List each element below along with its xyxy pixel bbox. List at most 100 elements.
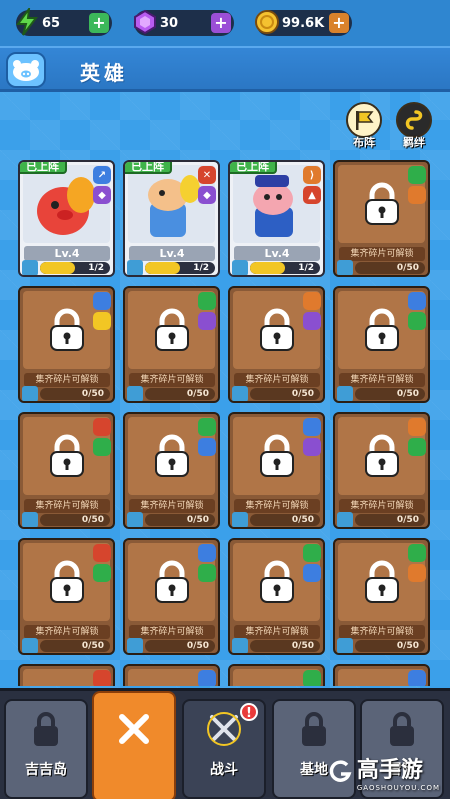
hero-card-locked[interactable]: 集齐碎片可解锁0/50 bbox=[228, 412, 325, 529]
hero-badges bbox=[198, 670, 216, 686]
add-energy-button[interactable]: + bbox=[89, 13, 109, 33]
class-icon: ✕ bbox=[198, 166, 216, 184]
hero-card-locked[interactable]: 集齐碎片可解锁0/50 bbox=[123, 538, 220, 655]
shard-progress: 0/50 bbox=[145, 640, 215, 652]
hero-badges: ↗ ◆ bbox=[93, 166, 111, 206]
puzzle-piece-icon bbox=[127, 386, 143, 401]
class-icon bbox=[93, 418, 111, 436]
hero-badges bbox=[93, 418, 111, 458]
hero-level: Lv.4 bbox=[129, 246, 215, 261]
formation-button[interactable]: 布阵 bbox=[342, 102, 386, 150]
nav-battle[interactable]: 战斗 ! bbox=[182, 699, 266, 799]
unlock-hint: 集齐碎片可解锁 bbox=[234, 625, 320, 639]
class-icon bbox=[93, 670, 111, 686]
lock-icon bbox=[365, 308, 399, 351]
nav-island-label: 吉吉岛 bbox=[25, 762, 67, 778]
puzzle-piece-icon bbox=[337, 260, 353, 275]
deployed-tag: 已上阵 bbox=[230, 162, 277, 174]
watermark-sub: GAOSHOUYOU.COM bbox=[356, 784, 440, 792]
class-icon bbox=[303, 670, 321, 686]
add-coin-button[interactable]: + bbox=[329, 13, 349, 33]
unlock-hint: 集齐碎片可解锁 bbox=[234, 373, 320, 387]
hero-card-locked[interactable]: 集齐碎片可解锁0/50 bbox=[228, 538, 325, 655]
lock-icon bbox=[365, 560, 399, 603]
hero-card-locked[interactable]: 集齐碎片可解锁0/50 bbox=[18, 412, 115, 529]
lock-icon bbox=[34, 712, 58, 746]
deployed-tag: 已上阵 bbox=[20, 162, 67, 174]
hero-badges bbox=[408, 544, 426, 584]
hero-level: Lv.4 bbox=[234, 246, 320, 261]
unlock-hint: 集齐碎片可解锁 bbox=[129, 499, 215, 513]
lightning-icon bbox=[12, 7, 42, 37]
lock-icon bbox=[365, 182, 399, 225]
puzzle-piece-icon bbox=[22, 386, 38, 401]
hero-card-locked[interactable]: 集齐碎片可解锁0/50 bbox=[333, 160, 430, 277]
hero-card-locked[interactable]: 集齐碎片可解锁0/50 bbox=[18, 286, 115, 403]
hero-badges: ✕ ◆ bbox=[198, 166, 216, 206]
hero-card-locked[interactable]: 集齐碎片可解锁0/50 bbox=[123, 412, 220, 529]
hero-card-locked[interactable]: 集齐碎片可解锁0/50 bbox=[18, 664, 115, 686]
watermark-logo-icon bbox=[329, 760, 352, 782]
hero-card-locked[interactable]: 集齐碎片可解锁0/50 bbox=[333, 412, 430, 529]
element-icon bbox=[408, 186, 426, 204]
shard-progress: 0/50 bbox=[145, 514, 215, 526]
nav-heroes[interactable] bbox=[92, 691, 176, 799]
hero-card-locked[interactable]: 集齐碎片可解锁0/50 bbox=[333, 286, 430, 403]
add-gem-button[interactable]: + bbox=[211, 13, 231, 33]
puzzle-piece-icon bbox=[337, 638, 353, 653]
hero-card-locked[interactable]: 集齐碎片可解锁0/50 bbox=[123, 286, 220, 403]
nav-island[interactable]: 吉吉岛 bbox=[4, 699, 88, 799]
hero-card-owned[interactable]: ✕ ◆ Lv.4 1/2 已上阵 bbox=[123, 160, 220, 277]
bond-button[interactable]: 羁绊 bbox=[392, 102, 436, 150]
hero-badges bbox=[198, 544, 216, 584]
element-icon: ▲ bbox=[303, 186, 321, 204]
hero-card-locked[interactable]: 集齐碎片可解锁0/50 bbox=[333, 538, 430, 655]
shard-progress: 0/50 bbox=[250, 514, 320, 526]
hero-card-locked[interactable]: 集齐碎片可解锁0/50 bbox=[333, 664, 430, 686]
unlock-hint: 集齐碎片可解锁 bbox=[24, 373, 110, 387]
hero-card-locked[interactable]: 集齐碎片可解锁0/50 bbox=[123, 664, 220, 686]
class-icon bbox=[408, 544, 426, 562]
puzzle-piece-icon bbox=[127, 638, 143, 653]
hero-badges bbox=[93, 544, 111, 584]
shard-progress: 0/50 bbox=[355, 388, 425, 400]
element-icon bbox=[408, 312, 426, 330]
element-icon: ◆ bbox=[93, 186, 111, 204]
element-icon bbox=[93, 564, 111, 582]
energy-counter: 65 + bbox=[16, 8, 112, 36]
lock-icon bbox=[50, 434, 84, 477]
bond-label: 羁绊 bbox=[403, 136, 425, 149]
home-button[interactable] bbox=[6, 52, 46, 88]
hero-card-locked[interactable]: 集齐碎片可解锁0/50 bbox=[228, 664, 325, 686]
unlock-hint: 集齐碎片可解锁 bbox=[24, 499, 110, 513]
unlock-hint: 集齐碎片可解锁 bbox=[129, 373, 215, 387]
class-icon bbox=[408, 292, 426, 310]
flag-icon bbox=[346, 102, 382, 138]
element-icon bbox=[408, 564, 426, 582]
hero-badges bbox=[303, 544, 321, 584]
element-icon bbox=[408, 438, 426, 456]
element-icon bbox=[303, 564, 321, 582]
watermark: 高手游 GAOSHOUYOU.COM bbox=[327, 752, 440, 792]
element-icon bbox=[198, 312, 216, 330]
lock-icon bbox=[155, 560, 189, 603]
hero-card-owned[interactable]: ⟩ ▲ Lv.4 1/2 已上阵 bbox=[228, 160, 325, 277]
element-icon bbox=[198, 438, 216, 456]
page-title: 英雄 bbox=[80, 61, 128, 85]
class-icon: ↗ bbox=[93, 166, 111, 184]
shard-progress: 1/2 bbox=[40, 262, 110, 274]
hero-card-locked[interactable]: 集齐碎片可解锁0/50 bbox=[18, 538, 115, 655]
hero-badges bbox=[408, 166, 426, 206]
hero-card-locked[interactable]: 集齐碎片可解锁0/50 bbox=[228, 286, 325, 403]
class-icon bbox=[198, 670, 216, 686]
lock-icon bbox=[260, 308, 294, 351]
puzzle-piece-icon bbox=[127, 260, 143, 275]
hero-badges bbox=[303, 670, 321, 686]
class-icon bbox=[408, 670, 426, 686]
hero-card-owned[interactable]: ↗ ◆ Lv.4 1/2 已上阵 bbox=[18, 160, 115, 277]
puzzle-piece-icon bbox=[232, 260, 248, 275]
shard-progress: 0/50 bbox=[40, 640, 110, 652]
shard-progress: 0/50 bbox=[355, 262, 425, 274]
hero-badges bbox=[198, 292, 216, 332]
element-icon bbox=[198, 564, 216, 582]
